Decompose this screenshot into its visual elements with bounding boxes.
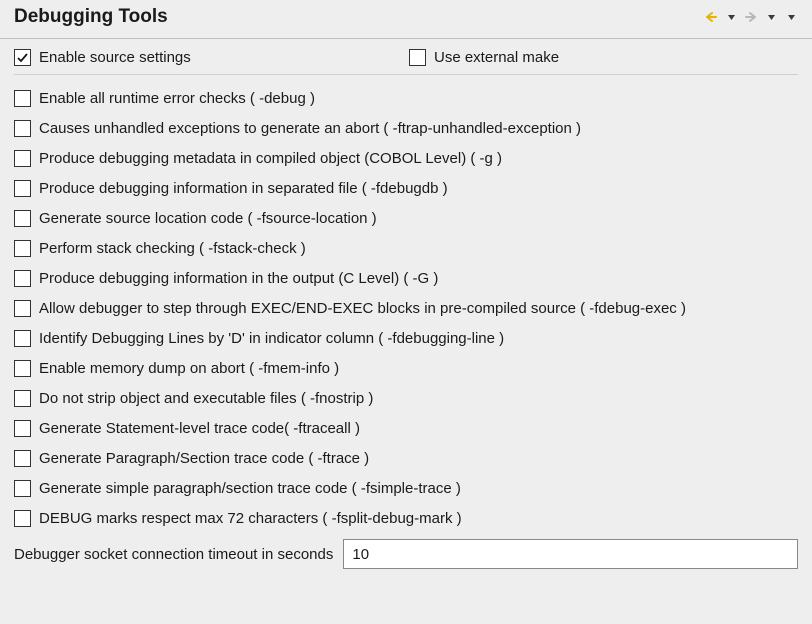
back-arrow-icon[interactable] [702,8,720,26]
option-label-fstack-check: Perform stack checking ( -fstack-check ) [39,240,306,257]
view-menu-icon[interactable] [782,8,800,26]
back-menu-icon[interactable] [722,8,740,26]
option-row-debug: Enable all runtime error checks ( -debug… [14,83,798,113]
timeout-row: Debugger socket connection timeout in se… [14,539,798,569]
timeout-input[interactable] [343,539,798,569]
header-toolbar [702,8,800,26]
option-checkbox-fmem-info[interactable] [14,360,31,377]
option-row-ftrace: Generate Paragraph/Section trace code ( … [14,443,798,473]
option-checkbox-fstack-check[interactable] [14,240,31,257]
enable-source-settings-checkbox[interactable] [14,49,31,66]
option-checkbox-ftrace[interactable] [14,450,31,467]
option-label-fmem-info: Enable memory dump on abort ( -fmem-info… [39,360,339,377]
use-external-make-checkbox[interactable] [409,49,426,66]
option-label-fdebug-exec: Allow debugger to step through EXEC/END-… [39,300,686,317]
top-options-row: Enable source settings Use external make [14,49,798,75]
option-row-fdebugdb: Produce debugging information in separat… [14,173,798,203]
option-checkbox-fdebugging-line[interactable] [14,330,31,347]
option-row-G-c: Produce debugging information in the out… [14,263,798,293]
option-checkbox-ftraceall[interactable] [14,420,31,437]
option-label-ftraceall: Generate Statement-level trace code( -ft… [39,420,360,437]
forward-arrow-icon[interactable] [742,8,760,26]
option-label-fsimple-trace: Generate simple paragraph/section trace … [39,480,461,497]
timeout-label: Debugger socket connection timeout in se… [14,546,333,563]
option-checkbox-fdebug-exec[interactable] [14,300,31,317]
option-checkbox-fsource-location[interactable] [14,210,31,227]
enable-source-settings-label: Enable source settings [39,49,191,66]
option-label-fdebugging-line: Identify Debugging Lines by 'D' in indic… [39,330,504,347]
option-checkbox-fsplit-debug-mark[interactable] [14,510,31,527]
option-row-fnostrip: Do not strip object and executable files… [14,383,798,413]
option-checkbox-ftrap[interactable] [14,120,31,137]
option-checkbox-fsimple-trace[interactable] [14,480,31,497]
option-row-ftrap: Causes unhandled exceptions to generate … [14,113,798,143]
option-checkbox-fdebugdb[interactable] [14,180,31,197]
forward-menu-icon[interactable] [762,8,780,26]
option-row-ftraceall: Generate Statement-level trace code( -ft… [14,413,798,443]
option-label-ftrace: Generate Paragraph/Section trace code ( … [39,450,369,467]
option-checkbox-g-cobol[interactable] [14,150,31,167]
option-checkbox-fnostrip[interactable] [14,390,31,407]
option-row-fstack-check: Perform stack checking ( -fstack-check ) [14,233,798,263]
option-row-fsimple-trace: Generate simple paragraph/section trace … [14,473,798,503]
option-row-fsource-location: Generate source location code ( -fsource… [14,203,798,233]
option-label-debug: Enable all runtime error checks ( -debug… [39,90,315,107]
option-checkbox-debug[interactable] [14,90,31,107]
option-row-fdebug-exec: Allow debugger to step through EXEC/END-… [14,293,798,323]
option-row-fmem-info: Enable memory dump on abort ( -fmem-info… [14,353,798,383]
use-external-make-label: Use external make [434,49,559,66]
option-row-fsplit-debug-mark: DEBUG marks respect max 72 characters ( … [14,503,798,533]
option-label-fsplit-debug-mark: DEBUG marks respect max 72 characters ( … [39,510,462,527]
panel-header: Debugging Tools [0,0,812,39]
page-title: Debugging Tools [14,6,168,28]
option-label-fdebugdb: Produce debugging information in separat… [39,180,448,197]
option-label-G-c: Produce debugging information in the out… [39,270,438,287]
options-list: Enable all runtime error checks ( -debug… [14,83,798,533]
option-row-g-cobol: Produce debugging metadata in compiled o… [14,143,798,173]
option-label-fsource-location: Generate source location code ( -fsource… [39,210,377,227]
panel-content: Enable source settings Use external make… [0,39,812,583]
option-label-fnostrip: Do not strip object and executable files… [39,390,373,407]
option-label-ftrap: Causes unhandled exceptions to generate … [39,120,581,137]
option-checkbox-G-c[interactable] [14,270,31,287]
option-row-fdebugging-line: Identify Debugging Lines by 'D' in indic… [14,323,798,353]
option-label-g-cobol: Produce debugging metadata in compiled o… [39,150,502,167]
debugging-tools-panel: Debugging Tools [0,0,812,583]
